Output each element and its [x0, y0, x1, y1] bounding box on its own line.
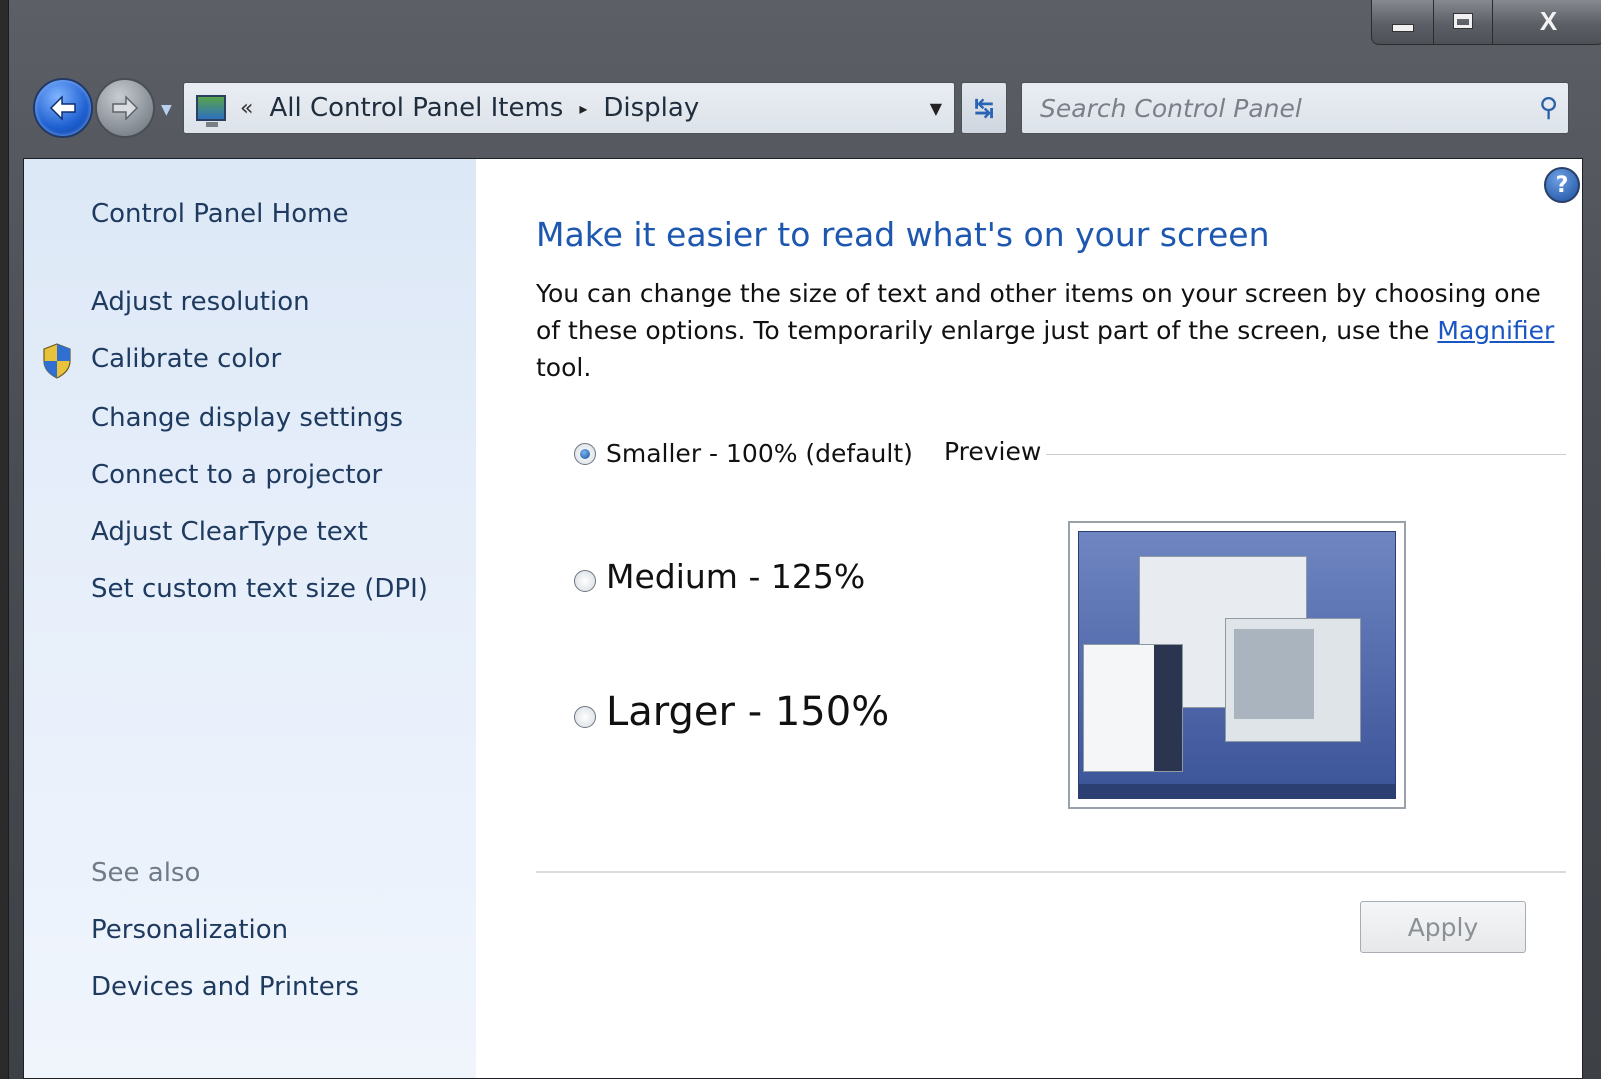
control-panel-icon	[196, 95, 226, 127]
close-button[interactable]: X	[1493, 0, 1601, 44]
search-icon[interactable]: ⚲	[1539, 93, 1558, 123]
preview-image	[1068, 521, 1406, 809]
explorer-window: X ▼ « All Control Panel Items ▸ Display …	[8, 0, 1601, 1079]
search-placeholder: Search Control Panel	[1040, 93, 1302, 123]
sidebar-link-set-custom-text-size[interactable]: Set custom text size (DPI)	[91, 574, 428, 604]
forward-button[interactable]	[95, 78, 155, 138]
back-arrow-icon	[49, 95, 76, 121]
task-sidebar: Control Panel Home Adjust resolution Cal…	[24, 159, 476, 1078]
page-description: You can change the size of text and othe…	[536, 275, 1556, 386]
sidebar-link-adjust-resolution[interactable]: Adjust resolution	[91, 287, 310, 317]
preview-desktop	[1078, 531, 1396, 799]
see-also-heading: See also	[91, 858, 201, 888]
breadcrumb-separator-icon[interactable]: ▸	[579, 99, 587, 118]
radio-larger[interactable]	[574, 706, 596, 728]
description-text-end: tool.	[536, 353, 592, 382]
minimize-button[interactable]	[1372, 0, 1435, 44]
forward-arrow-icon	[112, 95, 139, 121]
sidebar-link-personalization[interactable]: Personalization	[91, 915, 288, 945]
option-smaller[interactable]: Smaller - 100% (default)	[574, 439, 913, 468]
uac-shield-icon	[43, 343, 71, 379]
radio-medium[interactable]	[574, 569, 596, 592]
option-medium-label[interactable]: Medium - 125%	[606, 557, 865, 596]
page-title: Make it easier to read what's on your sc…	[536, 215, 1270, 254]
sidebar-link-calibrate-color[interactable]: Calibrate color	[91, 344, 281, 374]
main-panel: ? Make it easier to read what's on your …	[476, 159, 1582, 1078]
recent-pages-dropdown[interactable]: ▼	[161, 102, 172, 118]
address-bar[interactable]: « All Control Panel Items ▸ Display ▼	[183, 82, 955, 134]
breadcrumb-overflow-chevron[interactable]: «	[240, 96, 253, 121]
search-input[interactable]: Search Control Panel ⚲	[1021, 82, 1569, 134]
maximize-icon	[1453, 13, 1474, 29]
refresh-icon: ↹	[973, 94, 995, 122]
minimize-icon	[1391, 24, 1414, 32]
option-medium[interactable]: Medium - 125%	[574, 557, 865, 596]
navigation-bar: ▼ « All Control Panel Items ▸ Display ▼ …	[9, 78, 1601, 146]
address-dropdown-icon[interactable]: ▼	[930, 99, 942, 118]
maximize-button[interactable]	[1434, 0, 1493, 44]
sidebar-link-devices-and-printers[interactable]: Devices and Printers	[91, 972, 359, 1002]
close-icon: X	[1539, 5, 1558, 36]
apply-button[interactable]: Apply	[1360, 901, 1526, 953]
sidebar-link-change-display-settings[interactable]: Change display settings	[91, 403, 403, 433]
preview-window-front	[1225, 618, 1361, 742]
content-frame: Control Panel Home Adjust resolution Cal…	[23, 158, 1583, 1079]
option-larger-label[interactable]: Larger - 150%	[606, 689, 889, 735]
magnifier-link[interactable]: Magnifier	[1437, 316, 1554, 345]
help-icon[interactable]: ?	[1544, 167, 1580, 203]
breadcrumb-item-all-control-panel-items[interactable]: All Control Panel Items	[265, 93, 567, 123]
section-divider	[536, 871, 1566, 873]
option-smaller-label[interactable]: Smaller - 100% (default)	[606, 439, 913, 468]
radio-smaller[interactable]	[574, 442, 596, 465]
description-text: You can change the size of text and othe…	[536, 279, 1541, 345]
sidebar-link-control-panel-home[interactable]: Control Panel Home	[91, 199, 348, 229]
breadcrumb-item-display[interactable]: Display	[599, 93, 703, 123]
sidebar-link-adjust-cleartype-text[interactable]: Adjust ClearType text	[91, 517, 368, 547]
preview-divider	[1046, 454, 1566, 455]
preview-label: Preview	[944, 437, 1042, 466]
preview-taskbar	[1079, 784, 1395, 798]
option-larger[interactable]: Larger - 150%	[574, 689, 889, 735]
sidebar-link-connect-to-a-projector[interactable]: Connect to a projector	[91, 460, 382, 490]
back-button[interactable]	[33, 78, 93, 138]
preview-start-menu	[1083, 644, 1183, 772]
refresh-button[interactable]: ↹	[961, 82, 1007, 134]
caption-buttons: X	[1371, 0, 1601, 45]
